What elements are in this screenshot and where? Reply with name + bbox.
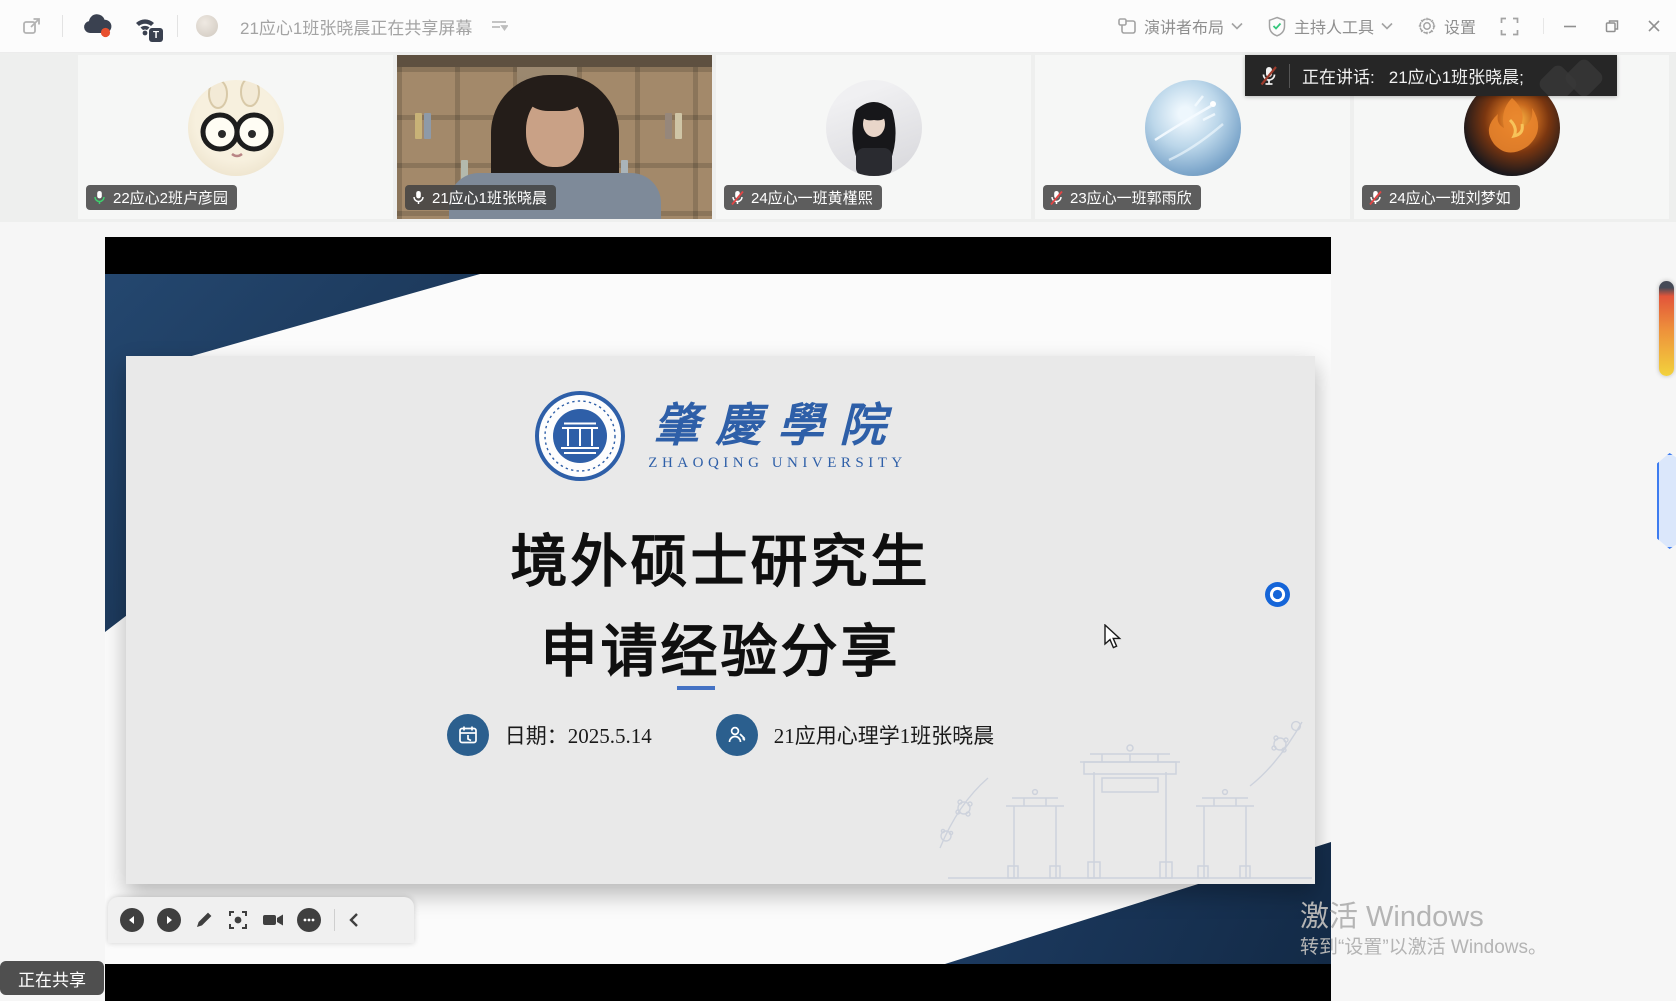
speaking-names: 21应心1班张晓晨;: [1389, 63, 1524, 88]
chevron-down-icon: [1381, 22, 1393, 30]
mic-muted-icon: [1049, 190, 1064, 206]
slide-title-line1: 境外硕士研究生: [126, 516, 1315, 598]
title-divider: [677, 686, 715, 690]
host-tools-button[interactable]: 主持人工具: [1267, 14, 1393, 38]
titlebar: T 21应心1班张晓晨正在共享屏幕 演讲者布局 主持人工具: [0, 0, 1676, 53]
presentation-slide: 肇慶學院 ZHAOQING UNIVERSITY 境外硕士研究生 申请经验分享: [105, 274, 1331, 964]
mic-on-icon: [411, 190, 426, 206]
slide-title-line2: 申请经验分享: [126, 606, 1315, 688]
participant-name-tag: 24应心一班刘梦如: [1362, 185, 1520, 210]
avatar: [188, 80, 284, 176]
windows-activation-watermark-sub: 转到“设置”以激活 Windows。: [1300, 932, 1547, 959]
window-title: 21应心1班张晓晨正在共享屏幕: [240, 14, 472, 39]
list-icon[interactable]: [490, 18, 508, 34]
mic-on-icon: [92, 190, 107, 206]
divider: [1289, 64, 1290, 88]
participant-name-tag: 24应心一班黄槿熙: [724, 185, 882, 210]
layout-icon: [1117, 17, 1137, 35]
avatar: [826, 80, 922, 176]
mouse-cursor: [1103, 624, 1123, 655]
minimize-button[interactable]: [1562, 18, 1578, 34]
mic-muted-icon: [1368, 190, 1383, 206]
presentation-toolbar: [108, 897, 414, 943]
camera-share-button[interactable]: [262, 911, 284, 929]
maximize-button[interactable]: [1604, 18, 1620, 34]
participant-name-tag: 21应心1班张晓晨: [405, 185, 556, 210]
network-badge: T: [149, 28, 163, 42]
edge-panel-handle-blue[interactable]: [1657, 453, 1676, 549]
prev-slide-button[interactable]: [120, 908, 144, 932]
speaking-label: 正在讲话:: [1302, 63, 1375, 88]
pointer-indicator: [1264, 581, 1291, 608]
university-name-cn: 肇慶學院: [654, 401, 902, 451]
cloud-status-icon[interactable]: [81, 13, 113, 39]
windows-activation-watermark: 激活 Windows: [1300, 893, 1484, 935]
speaker-layout-button[interactable]: 演讲者布局: [1117, 14, 1243, 38]
shared-screen: 肇慶學院 ZHAOQING UNIVERSITY 境外硕士研究生 申请经验分享: [105, 237, 1331, 1001]
divider: [177, 15, 178, 37]
next-slide-button[interactable]: [157, 908, 181, 932]
laser-pointer-button[interactable]: [227, 909, 249, 931]
flower-sprig: [930, 774, 994, 854]
avatar: [1145, 80, 1241, 176]
divider: [62, 15, 63, 37]
participant-tile[interactable]: 24应心一班黄槿熙: [716, 55, 1031, 219]
shield-check-icon: [1267, 16, 1287, 37]
share-out-icon[interactable]: [20, 14, 44, 38]
sharing-status-tag: 正在共享: [0, 961, 104, 995]
participant-tile[interactable]: 22应心2班卢彦园: [78, 55, 393, 219]
speaking-banner: 正在讲话: 21应心1班张晓晨;: [1245, 55, 1617, 96]
divider: [334, 909, 335, 931]
more-options-button[interactable]: [297, 908, 321, 932]
slide-card: 肇慶學院 ZHAOQING UNIVERSITY 境外硕士研究生 申请经验分享: [126, 356, 1315, 884]
pen-annotate-button[interactable]: [194, 910, 214, 930]
university-name-en: ZHAOQING UNIVERSITY: [648, 455, 906, 472]
presenter-icon: [716, 714, 758, 756]
gear-icon: [1417, 16, 1437, 36]
network-status-icon[interactable]: T: [131, 13, 159, 39]
flower-sprig: [1244, 714, 1308, 790]
chevron-down-icon: [1231, 22, 1243, 30]
settings-button[interactable]: 设置: [1417, 14, 1476, 38]
university-seal-icon: [534, 390, 626, 482]
fullscreen-icon[interactable]: [1500, 17, 1519, 36]
mic-muted-icon: [1259, 65, 1279, 87]
participant-tile-active-speaker[interactable]: 21应心1班张晓晨: [397, 55, 712, 219]
slide-date: 日期：2025.5.14: [505, 720, 652, 750]
calendar-icon: [447, 714, 489, 756]
collapse-toolbar-button[interactable]: [348, 912, 360, 928]
participant-name-tag: 22应心2班卢彦园: [86, 185, 237, 210]
mic-muted-icon: [730, 190, 745, 206]
edge-panel-handle-orange[interactable]: [1659, 281, 1674, 376]
presenter-avatar: [196, 15, 218, 37]
close-button[interactable]: [1646, 18, 1662, 34]
participant-name-tag: 23应心一班郭雨欣: [1043, 185, 1201, 210]
